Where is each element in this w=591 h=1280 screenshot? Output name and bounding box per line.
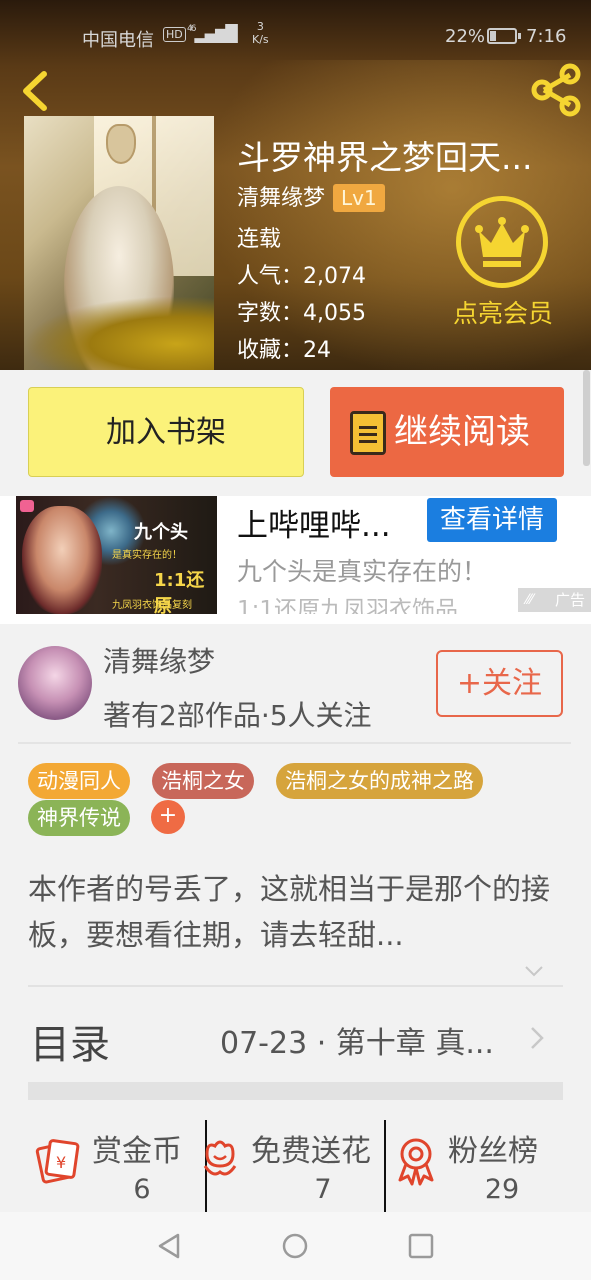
svg-text:¥: ¥ (56, 1153, 66, 1172)
send-flower-button[interactable]: 免费送花 7 (199, 1120, 385, 1216)
send-flower-label: 免费送花 (251, 1134, 371, 1169)
network-type: 46 (187, 24, 197, 34)
divider (384, 1120, 386, 1212)
ad-description-2: 1:1还原九凤羽衣饰品 (237, 597, 459, 614)
ad-image[interactable]: 九个头 是真实存在的！ 1:1还原 九凤羽衣饰品复刻 (16, 496, 217, 614)
carrier-name: 中国电信 (82, 30, 154, 51)
ad-banner[interactable]: 九个头 是真实存在的！ 1:1还原 九凤羽衣饰品复刻 上哔哩哔... 查看详情 … (0, 496, 591, 624)
follow-button[interactable]: +关注 (436, 650, 563, 717)
book-title: 斗罗神界之梦回天... (237, 138, 533, 177)
ad-title: 上哔哩哔... (237, 508, 391, 544)
fan-ranking-button[interactable]: 粉丝榜 29 (392, 1120, 572, 1216)
divider (28, 985, 563, 987)
popularity-stat: 人气：2,074 (237, 264, 366, 289)
ribbon-award-icon (398, 1138, 434, 1186)
book-cover[interactable] (24, 116, 214, 372)
continue-reading-button[interactable]: 继续阅读 (330, 387, 564, 477)
book-icon (350, 411, 386, 455)
synopsis-text[interactable]: 本作者的号丢了，这就相当于是那个的接板，要想看往期，请去轻甜... (28, 866, 568, 958)
add-tag-button[interactable]: + (151, 800, 185, 834)
tag-chip[interactable]: 浩桐之女的成神之路 (276, 763, 483, 799)
tag-chip[interactable]: 神界传说 (28, 800, 130, 836)
system-nav-bar (0, 1212, 591, 1280)
level-badge: Lv1 (333, 184, 385, 212)
reward-coins-label: 赏金币 (92, 1134, 182, 1169)
avatar[interactable] (18, 646, 92, 720)
reward-coins-count: 6 (133, 1174, 151, 1205)
action-bar: 加入书架 继续阅读 (0, 370, 591, 496)
author-card: 清舞缘梦 著有2部作品·5人关注 +关注 (0, 624, 591, 744)
tag-chip[interactable]: 浩桐之女 (152, 763, 254, 799)
red-envelope-icon: ¥ (35, 1139, 80, 1184)
back-arrow-icon[interactable] (14, 66, 58, 116)
battery-percent: 22% (445, 26, 486, 47)
vip-label: 点亮会员 (452, 299, 553, 328)
author-meta: 著有2部作品·5人关注 (103, 699, 372, 732)
author-name[interactable]: 清舞缘梦 (103, 640, 215, 680)
speed-value: 3 (256, 20, 264, 33)
ad-detail-button[interactable]: 查看详情 (427, 498, 557, 542)
favorites-stat: 收藏：24 (237, 338, 331, 363)
ad-description: 九个头是真实存在的！ (237, 557, 488, 586)
hd-badge: HD (163, 27, 186, 42)
latest-chapter[interactable]: 07-23 · 第十章 真... (220, 1018, 516, 1062)
wifi-icon: ◠ (222, 24, 238, 45)
serial-status: 连载 (237, 227, 282, 252)
word-count-stat: 字数：4,055 (237, 301, 366, 326)
reward-coins-button[interactable]: ¥ 赏金币 6 (30, 1120, 205, 1216)
divider (18, 742, 571, 744)
battery-tip (518, 33, 521, 39)
chevron-down-icon[interactable] (523, 960, 545, 982)
vip-button[interactable]: 点亮会员 (440, 196, 566, 336)
book-author-line: 清舞缘梦 Lv1 (237, 180, 385, 212)
fan-ranking-count: 29 (484, 1174, 520, 1205)
ad-image-face (22, 506, 102, 614)
fan-ranking-label: 粉丝榜 (448, 1134, 538, 1169)
send-flower-count: 7 (314, 1174, 332, 1205)
chevron-right-icon[interactable] (528, 1024, 546, 1052)
flower-icon (203, 1140, 237, 1176)
nav-home-icon[interactable] (281, 1232, 309, 1260)
bilibili-logo-icon (20, 500, 34, 512)
battery-icon (487, 28, 517, 44)
scrollbar[interactable] (583, 370, 590, 466)
speed-unit: K/s (252, 33, 269, 46)
add-to-shelf-button[interactable]: 加入书架 (28, 387, 304, 477)
tag-chip[interactable]: 动漫同人 (28, 763, 130, 799)
ad-label-text: 广告 (554, 591, 585, 609)
ad-image-caption: 九凤羽衣饰品复刻 (112, 600, 192, 611)
section-separator (28, 1082, 563, 1100)
cover-foliage (24, 296, 214, 372)
crown-icon (456, 196, 548, 288)
network-speed: 3 K/s (252, 20, 269, 46)
book-author[interactable]: 清舞缘梦 (237, 186, 325, 211)
ad-image-title: 九个头 (134, 522, 188, 543)
cover-lamp (106, 124, 136, 164)
nav-back-icon[interactable] (156, 1232, 182, 1260)
ad-image-subtitle: 是真实存在的！ (112, 550, 182, 561)
status-bar: 中国电信 HD 46▂▄▆█ ◠ 3 K/s 22% 7:16 (0, 0, 591, 58)
nav-recents-icon[interactable] (407, 1232, 435, 1260)
clock: 7:16 (526, 26, 567, 47)
share-icon[interactable] (530, 62, 586, 118)
book-header: 中国电信 HD 46▂▄▆█ ◠ 3 K/s 22% 7:16 斗罗神界之梦回天.… (0, 0, 591, 380)
ad-arrows-icon: ⁄⁄⁄ (526, 592, 534, 608)
ad-label: ⁄⁄⁄ 广告 (518, 588, 591, 612)
toc-label[interactable]: 目录 (30, 1012, 110, 1070)
continue-reading-label: 继续阅读 (394, 412, 530, 452)
